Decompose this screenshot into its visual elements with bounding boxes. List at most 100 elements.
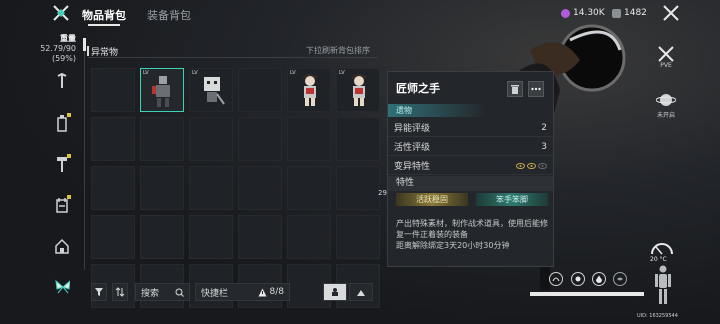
trash-icon <box>511 85 519 94</box>
tab-equipment-bag[interactable]: 装备背包 <box>147 7 191 23</box>
pve-label: PVE <box>660 62 672 69</box>
water-icon <box>592 272 606 286</box>
inventory-slot[interactable]: LV <box>287 68 331 112</box>
new-badge <box>67 195 71 199</box>
pve-swords-icon[interactable] <box>656 44 676 64</box>
item-description: 产出特殊素材，制作战术道具，使用后能修复一件正着装的装备 距离解除绑定3天20小… <box>396 218 550 251</box>
mutation-eyes <box>516 162 547 169</box>
trait-tag[interactable]: 活跃稳固 <box>396 193 468 206</box>
search-label: 搜索 <box>141 288 160 299</box>
body-status-icon[interactable] <box>654 265 672 305</box>
currency-secondary-value: 1482 <box>624 8 647 18</box>
item-name: 匠师之手 <box>396 82 440 95</box>
wrench-icon[interactable] <box>54 72 70 90</box>
traits-title: 特性 <box>388 176 553 191</box>
inventory-slot[interactable] <box>189 117 233 161</box>
currency-secondary: 1482 <box>612 8 647 18</box>
close-icon[interactable] <box>662 4 680 22</box>
inventory-slot[interactable] <box>287 166 331 210</box>
more-button[interactable] <box>528 81 544 97</box>
eye-icon <box>538 162 547 169</box>
inventory-slot[interactable] <box>91 117 135 161</box>
coin-icon <box>612 8 621 18</box>
material-view-toggle[interactable] <box>349 283 373 301</box>
weight-percent: (59%) <box>51 54 76 63</box>
sanity-icon <box>613 272 627 286</box>
inventory-slot[interactable] <box>336 166 380 210</box>
warning-icon <box>258 288 267 296</box>
stamina-icon <box>549 272 563 286</box>
quick-bar-count: 8/8 <box>269 287 284 297</box>
item-view-toggle[interactable] <box>323 283 347 301</box>
sort-button[interactable] <box>112 283 128 301</box>
currency-primary: 14.30K <box>561 8 605 18</box>
filter-icon <box>95 288 103 296</box>
sort-icon <box>115 287 125 297</box>
inventory-slot[interactable] <box>140 166 184 210</box>
item-level: LV <box>339 70 345 76</box>
not-open-label: 未开启 <box>656 112 675 119</box>
tab-active-indicator <box>88 24 120 26</box>
search-icon <box>175 288 184 297</box>
quick-bar-button[interactable]: 快捷栏 8/8 <box>195 283 290 301</box>
inventory-slot[interactable] <box>287 215 331 259</box>
inventory-slot[interactable] <box>287 117 331 161</box>
planet-icon[interactable] <box>655 90 677 110</box>
inventory-slot[interactable]: LV <box>336 68 380 112</box>
item-category: 遗物 <box>388 104 553 117</box>
inventory-slot[interactable] <box>91 68 135 112</box>
side-number: 29 <box>378 189 387 197</box>
quick-bar-label: 快捷栏 <box>201 288 229 299</box>
user-id: UID: 163259544 <box>637 313 678 319</box>
item-level: LV <box>290 70 296 76</box>
doll-figure-icon <box>351 74 367 106</box>
attr-value: 3 <box>541 141 547 152</box>
delete-button[interactable] <box>507 81 523 97</box>
description-text: 产出特殊素材，制作战术道具，使用后能修复一件正着装的装备 <box>396 219 548 239</box>
attr-value: 2 <box>541 122 547 133</box>
inventory-slot[interactable] <box>140 215 184 259</box>
gem-icon <box>561 8 570 18</box>
attr-label: 活性评级 <box>394 143 431 153</box>
butterfly-icon[interactable] <box>54 278 70 296</box>
item-level: LV <box>192 70 198 76</box>
unbind-timer: 距离解除绑定3天20小时30分钟 <box>396 241 510 250</box>
inventory-slot[interactable] <box>336 215 380 259</box>
weight-value: 52.79/90 <box>40 44 76 53</box>
box-robot-icon <box>204 77 225 105</box>
inventory-slot[interactable] <box>91 215 135 259</box>
eye-icon <box>527 162 536 169</box>
tool-icon <box>357 290 365 296</box>
inventory-slot[interactable] <box>189 166 233 210</box>
inventory-slot[interactable] <box>91 166 135 210</box>
trait-tag[interactable]: 笨手笨脚 <box>476 193 548 206</box>
more-icon <box>531 87 541 91</box>
inventory-slot[interactable] <box>189 215 233 259</box>
sort-hint[interactable]: 下拉刷新背包排序 <box>306 45 370 56</box>
app-logo-icon <box>53 5 69 21</box>
inventory-slot[interactable] <box>238 117 282 161</box>
hunger-icon <box>571 272 585 286</box>
filter-button[interactable] <box>91 283 107 301</box>
attr-label: 变异特性 <box>394 162 431 172</box>
attr-row: 异能评级 2 <box>388 119 553 137</box>
currency-primary-value: 14.30K <box>573 8 605 18</box>
search-field[interactable]: 搜索 <box>135 283 190 301</box>
inventory-slot[interactable]: LV <box>189 68 233 112</box>
temperature-value: 20 °C <box>650 256 667 263</box>
tab-item-bag[interactable]: 物品背包 <box>82 7 126 23</box>
doll-figure-icon <box>302 74 318 106</box>
inventory-slot[interactable]: LV <box>140 68 184 112</box>
inventory-slot[interactable] <box>238 166 282 210</box>
attr-label: 异能评级 <box>394 124 431 134</box>
attr-row: 活性评级 3 <box>388 138 553 156</box>
weight-indicator: 重量 52.79/90 (59%) <box>30 34 76 64</box>
inventory-slot[interactable] <box>336 117 380 161</box>
inventory-slot[interactable] <box>238 215 282 259</box>
eye-icon <box>516 162 525 169</box>
figure-icon <box>332 288 338 296</box>
home-icon[interactable] <box>54 237 70 255</box>
inventory-slot[interactable] <box>238 68 282 112</box>
attr-row: 变异特性 <box>388 157 553 175</box>
inventory-slot[interactable] <box>140 117 184 161</box>
